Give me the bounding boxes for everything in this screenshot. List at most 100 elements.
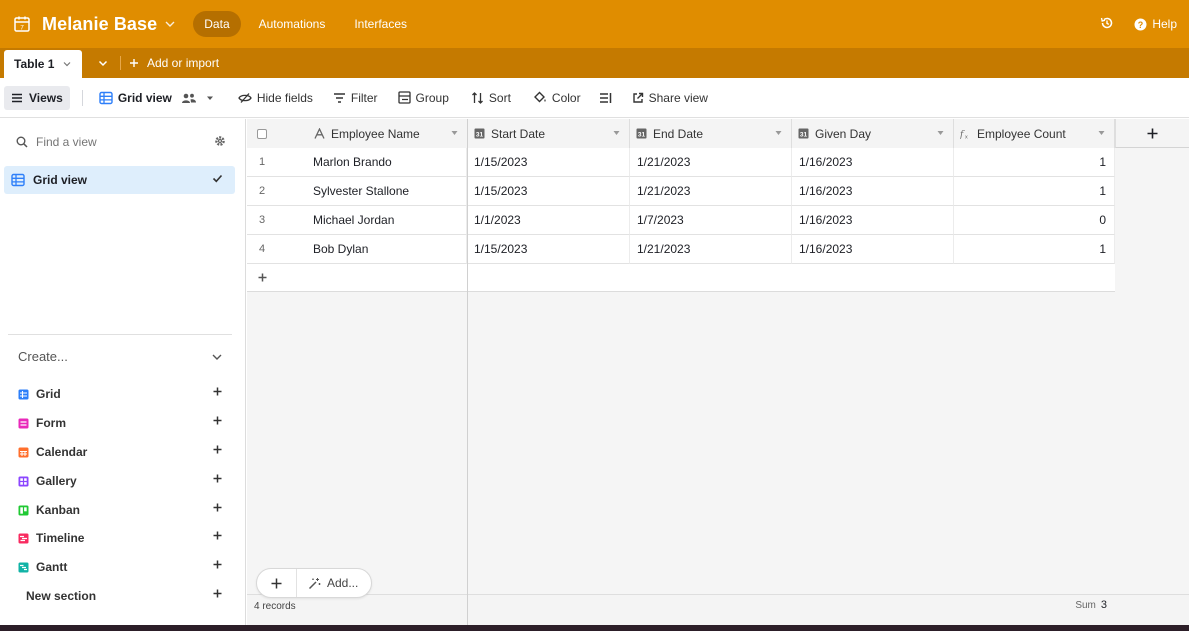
caret-down-icon[interactable] [775, 130, 782, 136]
column-header-employee-name[interactable]: Employee Name [306, 119, 467, 148]
share-icon [632, 92, 643, 103]
all-tables-dropdown[interactable] [92, 48, 114, 78]
cell-start-date[interactable]: 1/1/2023 [468, 206, 630, 235]
caret-down-icon[interactable] [1098, 130, 1105, 136]
nav-automations-tab[interactable]: Automations [259, 17, 326, 31]
row-height-button[interactable] [595, 86, 616, 110]
group-button[interactable]: Group [394, 86, 453, 110]
add-field-button[interactable] [1115, 119, 1189, 148]
grid-view-icon [99, 91, 113, 104]
cell-employee-name[interactable]: Sylvester Stallone [306, 177, 467, 206]
create-grid-button[interactable]: Grid [18, 384, 222, 404]
checkmark-icon [212, 174, 223, 183]
nav-data-tab[interactable]: Data [193, 11, 241, 37]
color-button[interactable]: Color [529, 86, 585, 110]
add-label: Add... [327, 576, 359, 590]
row-number: 3 [247, 206, 306, 235]
find-view-search[interactable]: Find a view [16, 131, 226, 153]
share-view-button[interactable]: Share view [628, 86, 712, 110]
chevron-down-icon[interactable] [163, 17, 177, 31]
text-field-icon [314, 128, 325, 139]
create-timeline-button[interactable]: Timeline [18, 528, 222, 548]
cell-given-day[interactable]: 1/16/2023 [792, 148, 954, 177]
chevron-down-icon [212, 354, 222, 360]
svg-text:31: 31 [476, 132, 484, 139]
grid-icon [18, 389, 29, 399]
cell-employee-name[interactable]: Bob Dylan [306, 235, 467, 264]
caret-down-icon[interactable] [937, 130, 944, 136]
sidebar-item-grid-view[interactable]: Grid view [4, 166, 235, 194]
chevron-down-icon [98, 60, 108, 67]
nav-interfaces-tab[interactable]: Interfaces [354, 17, 407, 31]
create-calendar-button[interactable]: Calendar [18, 442, 222, 462]
create-gallery-button[interactable]: Gallery [18, 471, 222, 491]
add-record-button[interactable] [257, 569, 297, 597]
plus-icon [130, 59, 138, 67]
date-field-icon: 31 [798, 128, 809, 139]
cell-start-date[interactable]: 1/15/2023 [468, 148, 630, 177]
checkbox-icon[interactable] [257, 128, 267, 139]
create-form-button[interactable]: Form [18, 413, 222, 433]
cell-employee-count[interactable]: 1 [954, 177, 1115, 206]
plus-icon [213, 589, 222, 598]
caret-down-icon[interactable] [613, 130, 620, 136]
gear-icon[interactable] [214, 135, 226, 147]
app-header: 7 Melanie Base Data Automations Interfac… [0, 0, 1189, 48]
add-with-ai-button[interactable]: Add... [297, 576, 358, 590]
sum-value: 3 [1100, 599, 1107, 611]
view-toolbar: Views Grid view Hide fields Filter Group… [0, 78, 1189, 118]
base-title[interactable]: Melanie Base [42, 14, 157, 35]
cell-end-date[interactable]: 1/21/2023 [630, 148, 792, 177]
sort-button[interactable]: Sort [467, 86, 515, 110]
new-section-button[interactable]: New section [26, 586, 222, 606]
create-section-toggle[interactable]: Create... [18, 349, 223, 364]
caret-down-icon [206, 96, 213, 100]
cell-employee-name[interactable]: Michael Jordan [306, 206, 467, 235]
column-header-employee-count[interactable]: fx Employee Count [954, 119, 1115, 148]
column-header-end-date[interactable]: 31 End Date [630, 119, 792, 148]
create-gantt-button[interactable]: Gantt [18, 557, 222, 577]
cell-start-date[interactable]: 1/15/2023 [468, 177, 630, 206]
grid-view-icon [11, 173, 25, 187]
cell-end-date[interactable]: 1/7/2023 [630, 206, 792, 235]
add-or-import-button[interactable]: Add or import [129, 48, 219, 78]
sort-icon [471, 91, 483, 104]
group-label: Group [415, 90, 449, 105]
cell-start-date[interactable]: 1/15/2023 [468, 235, 630, 264]
kanban-icon [18, 505, 29, 515]
add-record-row[interactable] [247, 264, 1115, 292]
column-header-start-date[interactable]: 31 Start Date [468, 119, 630, 148]
cell-end-date[interactable]: 1/21/2023 [630, 177, 792, 206]
record-count: 4 records [254, 601, 296, 612]
views-toggle-button[interactable]: Views [4, 85, 70, 110]
cell-employee-count[interactable]: 0 [954, 206, 1115, 235]
select-all-checkbox-cell[interactable] [247, 119, 306, 148]
hide-fields-button[interactable]: Hide fields [234, 86, 317, 110]
history-icon[interactable] [1100, 16, 1114, 33]
row-number: 2 [247, 177, 306, 206]
filter-button[interactable]: Filter [329, 86, 382, 110]
timeline-icon [18, 533, 29, 543]
plus-icon [1147, 128, 1158, 138]
cell-employee-count[interactable]: 1 [954, 148, 1115, 177]
view-switcher-button[interactable]: Grid view [95, 86, 218, 110]
base-calendar-icon[interactable]: 7 [12, 14, 32, 34]
frozen-column-divider[interactable] [467, 119, 468, 625]
create-calendar-label: Calendar [36, 445, 88, 459]
cell-employee-name[interactable]: Marlon Brando [306, 148, 467, 177]
cell-given-day[interactable]: 1/16/2023 [792, 177, 954, 206]
cell-given-day[interactable]: 1/16/2023 [792, 206, 954, 235]
cell-end-date[interactable]: 1/21/2023 [630, 235, 792, 264]
create-kanban-button[interactable]: Kanban [18, 500, 222, 520]
cell-given-day[interactable]: 1/16/2023 [792, 235, 954, 264]
chevron-down-icon[interactable] [62, 59, 72, 69]
find-view-placeholder: Find a view [36, 135, 97, 149]
help-button[interactable]: ? Help [1134, 17, 1177, 31]
date-field-icon: 31 [636, 128, 647, 139]
cell-employee-count[interactable]: 1 [954, 235, 1115, 264]
svg-text:31: 31 [638, 132, 646, 139]
employee-count-summary[interactable]: Sum 3 [1075, 599, 1107, 611]
caret-down-icon[interactable] [451, 130, 458, 136]
tab-table-1[interactable]: Table 1 [4, 50, 82, 78]
column-header-given-day[interactable]: 31 Given Day [792, 119, 954, 148]
